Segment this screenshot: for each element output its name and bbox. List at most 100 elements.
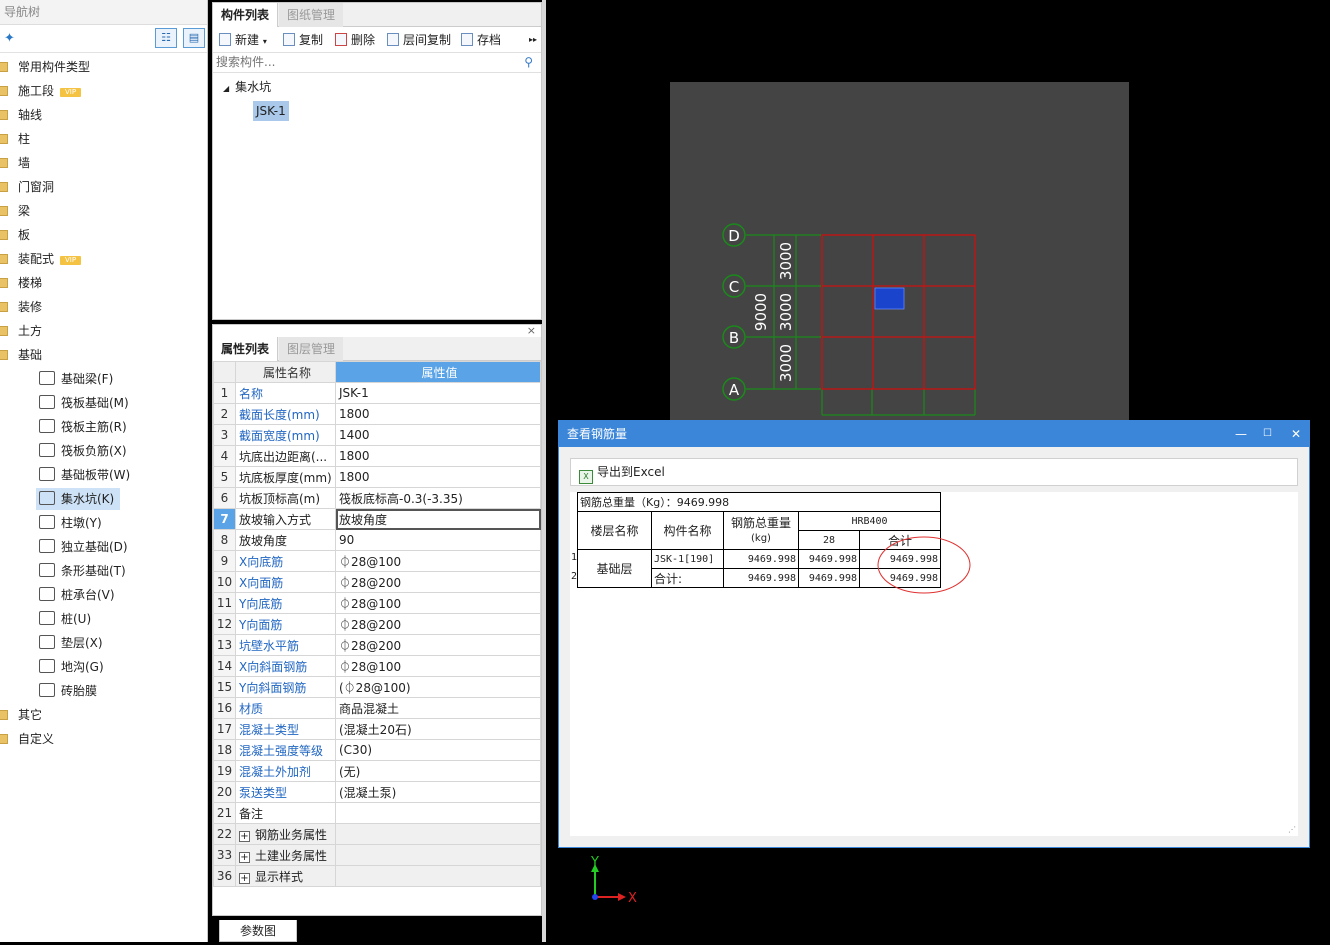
property-row[interactable]: 16 材质 商品混凝土 <box>213 697 541 719</box>
nav-child-item[interactable]: 桩承台(V) <box>36 584 115 606</box>
nav-child-item[interactable]: 条形基础(T) <box>36 560 126 582</box>
property-value[interactable]: (⏀28@100) <box>335 676 541 698</box>
nav-item[interactable]: 土方 <box>0 320 42 342</box>
nav-item[interactable]: 轴线 <box>0 104 42 126</box>
property-row[interactable]: 8 放坡角度 90 <box>213 529 541 551</box>
archive-button[interactable]: 存档 <box>461 31 501 49</box>
tree-item-jsk-1[interactable]: JSK-1 <box>253 101 289 121</box>
property-value[interactable]: 1800 <box>335 445 541 467</box>
property-row[interactable]: 18 混凝土强度等级 (C30) <box>213 739 541 761</box>
property-value[interactable]: 90 <box>335 529 541 551</box>
property-row[interactable]: 20 泵送类型 (混凝土泵) <box>213 781 541 803</box>
property-value[interactable]: 1800 <box>335 403 541 425</box>
nav-item[interactable]: 柱 <box>0 128 30 150</box>
property-row[interactable]: 2 截面长度(mm) 1800 <box>213 403 541 425</box>
nav-child-item[interactable]: 基础梁(F) <box>36 368 113 390</box>
delete-button[interactable]: 删除 <box>335 31 375 49</box>
property-row[interactable]: 10 X向面筋 ⏀28@200 <box>213 571 541 593</box>
tree-root-jishuikeng[interactable]: ◢ 集水坑 <box>223 77 271 97</box>
property-row[interactable]: 9 X向底筋 ⏀28@100 <box>213 550 541 572</box>
tab-layer-management[interactable]: 图层管理 <box>279 337 344 361</box>
property-value[interactable]: 商品混凝土 <box>335 697 541 719</box>
list-view-icon[interactable]: ☷ <box>155 28 177 48</box>
nav-child-item[interactable]: 基础板带(W) <box>36 464 130 486</box>
property-value[interactable]: (混凝土泵) <box>335 781 541 803</box>
property-row[interactable]: 17 混凝土类型 (混凝土20石) <box>213 718 541 740</box>
dialog-titlebar[interactable]: 查看钢筋量 — ☐ ✕ <box>559 421 1309 447</box>
property-row[interactable]: 1 名称 JSK-1 <box>213 382 541 404</box>
toolbar-more-icon[interactable]: ▸▸ <box>529 31 537 49</box>
nav-child-item[interactable]: 独立基础(D) <box>36 536 128 558</box>
nav-item[interactable]: 施工段 VIP <box>0 80 82 102</box>
property-value[interactable]: (混凝土20石) <box>335 718 541 740</box>
nav-item[interactable]: 梁 <box>0 200 30 222</box>
nav-child-item[interactable]: 集水坑(K) <box>36 488 121 510</box>
property-value[interactable]: JSK-1 <box>335 382 541 404</box>
tab-drawing-management[interactable]: 图纸管理 <box>279 3 344 27</box>
property-row[interactable]: 14 X向斜面钢筋 ⏀28@100 <box>213 655 541 677</box>
nav-item[interactable]: 基础 <box>0 344 42 366</box>
property-row[interactable]: 19 混凝土外加剂 (无) <box>213 760 541 782</box>
resize-grip-icon[interactable]: ⋰ <box>1288 825 1296 834</box>
property-group-row[interactable]: 33 + 土建业务属性 <box>213 844 541 866</box>
property-value[interactable]: ⏀28@100 <box>335 550 541 572</box>
tab-component-list[interactable]: 构件列表 <box>213 3 279 27</box>
property-row[interactable]: 3 截面宽度(mm) 1400 <box>213 424 541 446</box>
property-value[interactable]: 放坡角度 <box>335 508 541 530</box>
property-value[interactable] <box>335 802 541 824</box>
new-button[interactable]: 新建 ▾ <box>219 31 267 49</box>
property-value[interactable]: ⏀28@200 <box>335 571 541 593</box>
nav-item[interactable]: 楼梯 <box>0 272 42 294</box>
property-row[interactable]: 12 Y向面筋 ⏀28@200 <box>213 613 541 635</box>
copy-button[interactable]: 复制 <box>283 31 323 49</box>
property-value[interactable]: (无) <box>335 760 541 782</box>
property-group-row[interactable]: 22 + 钢筋业务属性 <box>213 823 541 845</box>
nav-item[interactable]: 其它 <box>0 704 42 726</box>
property-row[interactable]: 13 坑壁水平筋 ⏀28@200 <box>213 634 541 656</box>
expand-plus-icon[interactable]: + <box>239 851 250 863</box>
nav-item[interactable]: 自定义 <box>0 728 54 750</box>
nav-child-item[interactable]: 筏板负筋(X) <box>36 440 127 462</box>
nav-item[interactable]: 装配式 VIP <box>0 248 82 270</box>
property-row[interactable]: 4 坑底出边距离(... 1800 <box>213 445 541 467</box>
nav-child-item[interactable]: 砖胎膜 <box>36 680 97 702</box>
nav-item[interactable]: 板 <box>0 224 30 246</box>
property-value[interactable]: ⏀28@100 <box>335 655 541 677</box>
collapse-arrow-icon[interactable]: ◢ <box>223 84 229 93</box>
nav-child-item[interactable]: 桩(U) <box>36 608 91 630</box>
nav-item[interactable]: 常用构件类型 <box>0 56 90 78</box>
component-search-input[interactable] <box>213 53 513 71</box>
property-value[interactable]: ⏀28@200 <box>335 613 541 635</box>
pit-jsk-1[interactable] <box>874 287 905 310</box>
nav-child-item[interactable]: 垫层(X) <box>36 632 103 654</box>
property-value[interactable]: 1400 <box>335 424 541 446</box>
close-icon[interactable]: × <box>527 325 536 337</box>
property-row[interactable]: 11 Y向底筋 ⏀28@100 <box>213 592 541 614</box>
nav-item[interactable]: 装修 <box>0 296 42 318</box>
tab-parameter-diagram[interactable]: 参数图 <box>219 920 297 942</box>
expand-plus-icon[interactable]: + <box>239 872 250 884</box>
tab-property-list[interactable]: 属性列表 <box>213 337 279 361</box>
property-row[interactable]: 5 坑底板厚度(mm) 1800 <box>213 466 541 488</box>
property-value[interactable]: (C30) <box>335 739 541 761</box>
property-row[interactable]: 7 放坡输入方式 放坡角度 <box>213 508 541 530</box>
add-sparkle-icon[interactable]: ✦ <box>4 31 15 46</box>
property-row[interactable]: 21 备注 <box>213 802 541 824</box>
minimize-icon[interactable]: — <box>1235 421 1247 447</box>
nav-child-item[interactable]: 地沟(G) <box>36 656 104 678</box>
property-group-row[interactable]: 36 + 显示样式 <box>213 865 541 887</box>
property-value[interactable]: 筏板底标高-0.3(-3.35) <box>335 487 541 509</box>
nav-item[interactable]: 墙 <box>0 152 30 174</box>
nav-item[interactable]: 门窗洞 <box>0 176 54 198</box>
nav-child-item[interactable]: 筏板基础(M) <box>36 392 129 414</box>
close-dialog-icon[interactable]: ✕ <box>1291 421 1301 447</box>
property-value[interactable]: ⏀28@200 <box>335 634 541 656</box>
property-row[interactable]: 6 坑板顶标高(m) 筏板底标高-0.3(-3.35) <box>213 487 541 509</box>
property-row[interactable]: 15 Y向斜面钢筋 (⏀28@100) <box>213 676 541 698</box>
floor-copy-button[interactable]: 层间复制 <box>387 31 451 49</box>
maximize-icon[interactable]: ☐ <box>1263 421 1272 447</box>
dropdown-arrow-icon[interactable]: ▾ <box>263 37 267 46</box>
export-excel-button[interactable]: X 导出到Excel <box>570 458 1298 486</box>
expand-plus-icon[interactable]: + <box>239 830 250 842</box>
nav-child-item[interactable]: 筏板主筋(R) <box>36 416 127 438</box>
